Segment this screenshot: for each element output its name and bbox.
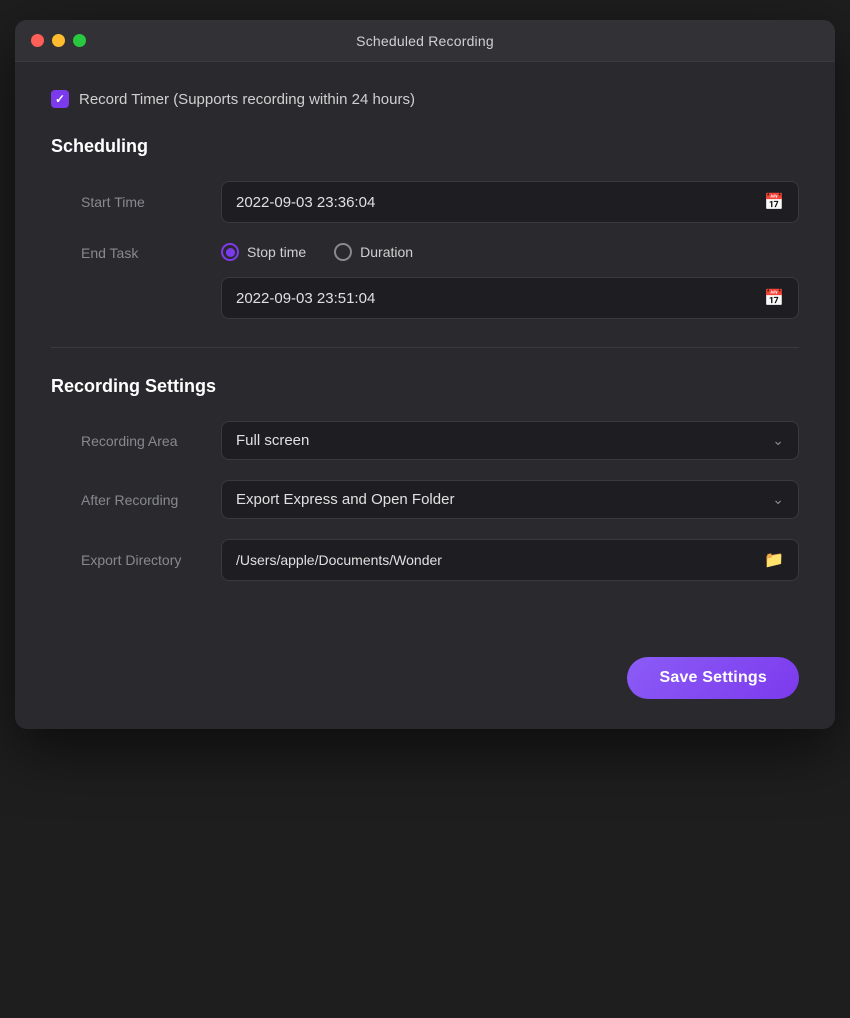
after-recording-select[interactable]: Export Express and Open Folder ⌄: [221, 480, 799, 519]
calendar-icon-2: 📅: [764, 288, 784, 308]
titlebar: Scheduled Recording: [15, 20, 835, 62]
maximize-button[interactable]: [73, 34, 86, 47]
recording-area-value: Full screen: [236, 432, 309, 449]
after-recording-value: Export Express and Open Folder: [236, 491, 454, 508]
record-timer-checkbox[interactable]: [51, 90, 69, 108]
start-time-value: 2022-09-03 23:36:04: [236, 194, 375, 211]
recording-area-control: Full screen ⌄: [221, 421, 799, 460]
close-button[interactable]: [31, 34, 44, 47]
stop-time-option[interactable]: Stop time: [221, 243, 306, 261]
content-area: Record Timer (Supports recording within …: [15, 62, 835, 637]
stop-time-value: 2022-09-03 23:51:04: [236, 290, 375, 307]
export-directory-control: /Users/apple/Documents/Wonder 📁: [221, 539, 799, 581]
end-task-label: End Task: [81, 243, 221, 261]
scheduling-section: Scheduling Start Time 2022-09-03 23:36:0…: [51, 136, 799, 319]
window-title: Scheduled Recording: [356, 33, 494, 49]
recording-area-group: Recording Area Full screen ⌄: [51, 421, 799, 460]
start-time-input[interactable]: 2022-09-03 23:36:04 📅: [221, 181, 799, 223]
start-time-control: 2022-09-03 23:36:04 📅: [221, 181, 799, 223]
save-settings-button[interactable]: Save Settings: [627, 657, 799, 699]
recording-area-select[interactable]: Full screen ⌄: [221, 421, 799, 460]
duration-option[interactable]: Duration: [334, 243, 413, 261]
recording-area-label: Recording Area: [81, 433, 221, 449]
stop-time-label: Stop time: [247, 244, 306, 260]
chevron-down-icon-2: ⌄: [772, 491, 784, 508]
after-recording-label: After Recording: [81, 492, 221, 508]
after-recording-control: Export Express and Open Folder ⌄: [221, 480, 799, 519]
footer: Save Settings: [15, 637, 835, 729]
scheduling-title: Scheduling: [51, 136, 799, 157]
export-directory-label: Export Directory: [81, 552, 221, 568]
after-recording-group: After Recording Export Express and Open …: [51, 480, 799, 519]
record-timer-row: Record Timer (Supports recording within …: [51, 90, 799, 108]
start-time-label: Start Time: [81, 194, 221, 210]
start-time-group: Start Time 2022-09-03 23:36:04 📅: [51, 181, 799, 223]
stop-time-input[interactable]: 2022-09-03 23:51:04 📅: [221, 277, 799, 319]
export-directory-value: /Users/apple/Documents/Wonder: [236, 552, 442, 568]
end-task-control: Stop time Duration 2022-09-03 23:51:04 📅: [221, 243, 799, 319]
main-window: Scheduled Recording Record Timer (Suppor…: [15, 20, 835, 729]
recording-settings-title: Recording Settings: [51, 376, 799, 397]
section-divider: [51, 347, 799, 348]
export-directory-input[interactable]: /Users/apple/Documents/Wonder 📁: [221, 539, 799, 581]
chevron-down-icon: ⌄: [772, 432, 784, 449]
export-directory-group: Export Directory /Users/apple/Documents/…: [51, 539, 799, 581]
end-task-radio-group: Stop time Duration: [221, 243, 799, 261]
duration-label: Duration: [360, 244, 413, 260]
stop-time-radio[interactable]: [221, 243, 239, 261]
minimize-button[interactable]: [52, 34, 65, 47]
end-task-group: End Task Stop time Duration 2022-09-: [51, 243, 799, 319]
duration-radio[interactable]: [334, 243, 352, 261]
record-timer-label: Record Timer (Supports recording within …: [79, 91, 415, 108]
traffic-lights: [31, 34, 86, 47]
calendar-icon: 📅: [764, 192, 784, 212]
recording-settings-section: Recording Settings Recording Area Full s…: [51, 376, 799, 581]
folder-icon: 📁: [764, 550, 784, 570]
